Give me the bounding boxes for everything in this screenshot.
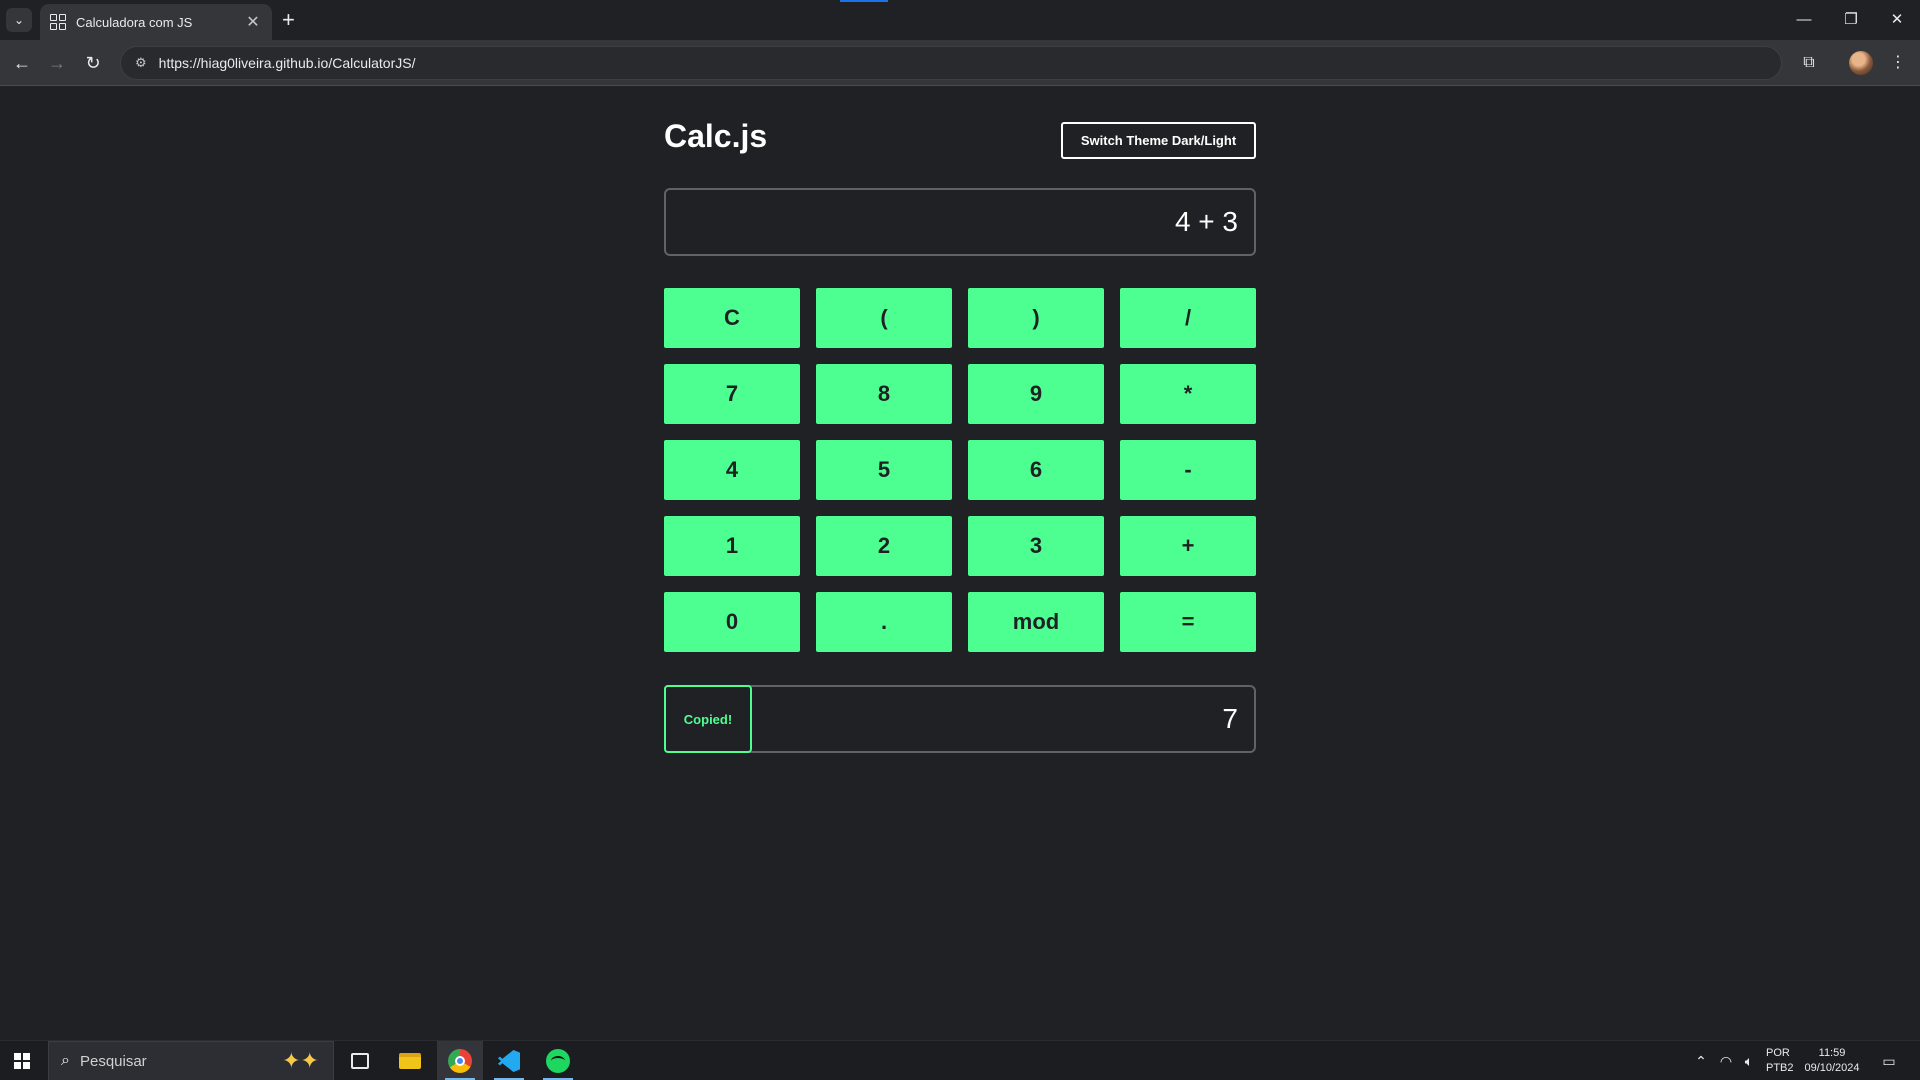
taskbar-search-box[interactable]: ⌕ Pesquisar ✦✦	[48, 1041, 334, 1080]
vscode-taskbar-button[interactable]	[486, 1041, 532, 1080]
browser-tab-bar: ⌄ Calculadora com JS ✕ + — ❐ ✕	[0, 0, 1920, 40]
key-close-paren[interactable]: )	[968, 288, 1104, 348]
key-3[interactable]: 3	[968, 516, 1104, 576]
back-button[interactable]: ←	[10, 51, 34, 75]
close-window-button[interactable]: ✕	[1877, 8, 1917, 32]
search-icon: ⌕	[61, 1052, 70, 1069]
browser-tab-active[interactable]: Calculadora com JS ✕	[40, 4, 272, 40]
page-content: Calc.js Switch Theme Dark/Light 4 + 3 C …	[0, 87, 1920, 1040]
volume-icon[interactable]: 🔈︎	[1738, 1041, 1760, 1080]
restore-button[interactable]: ❐	[1831, 8, 1871, 32]
clock-date: 09/10/2024	[1804, 1062, 1860, 1074]
key-clear[interactable]: C	[664, 288, 800, 348]
key-add[interactable]: +	[1120, 516, 1256, 576]
arrow-left-icon: ←	[13, 53, 31, 73]
menu-button[interactable]: ⋮	[1886, 51, 1910, 75]
key-subtract[interactable]: -	[1120, 440, 1256, 500]
key-9[interactable]: 9	[968, 364, 1104, 424]
language-code: POR	[1766, 1047, 1790, 1059]
key-1[interactable]: 1	[664, 516, 800, 576]
spotify-taskbar-button[interactable]	[535, 1041, 581, 1080]
key-multiply[interactable]: *	[1120, 364, 1256, 424]
minimize-button[interactable]: —	[1784, 8, 1824, 32]
windows-taskbar: ⌕ Pesquisar ✦✦ ⌃ ◠ 🔈︎ POR PTB2 11:59 09/…	[0, 1040, 1920, 1080]
chevron-down-icon: ⌄	[13, 13, 25, 27]
tab-close-icon[interactable]: ✕	[244, 12, 262, 32]
key-4[interactable]: 4	[664, 440, 800, 500]
reload-icon: ↻	[85, 53, 101, 73]
top-accent-line	[840, 0, 888, 2]
task-view-icon	[351, 1053, 369, 1069]
network-icon[interactable]: ◠	[1715, 1041, 1737, 1080]
taskbar-search-placeholder: Pesquisar	[79, 1052, 147, 1070]
tab-title: Calculadora com JS	[76, 14, 193, 30]
reload-button[interactable]: ↻	[81, 51, 105, 75]
sparkle-icon: ✦✦	[282, 1048, 319, 1073]
key-6[interactable]: 6	[968, 440, 1104, 500]
tune-icon[interactable]: ⚙	[135, 55, 147, 71]
chrome-icon	[448, 1049, 472, 1073]
key-divide[interactable]: /	[1120, 288, 1256, 348]
notification-icon[interactable]: ▭	[1876, 1041, 1902, 1080]
key-5[interactable]: 5	[816, 440, 952, 500]
puzzle-icon: ⧉	[1803, 54, 1815, 71]
grid-favicon-icon	[50, 14, 66, 30]
url-text: https://hiag0liveira.github.io/Calculato…	[158, 55, 416, 71]
file-explorer-button[interactable]	[387, 1041, 433, 1080]
browser-toolbar: ← → ↻ ⚙ https://hiag0liveira.github.io/C…	[0, 40, 1920, 86]
key-8[interactable]: 8	[816, 364, 952, 424]
theme-toggle-button[interactable]: Switch Theme Dark/Light	[1061, 122, 1256, 159]
result-text: 7	[1222, 703, 1238, 734]
key-decimal[interactable]: .	[816, 592, 952, 652]
extensions-button[interactable]: ⧉	[1797, 51, 1821, 75]
arrow-right-icon: →	[48, 53, 66, 73]
taskbar-clock[interactable]: 11:59 09/10/2024	[1802, 1046, 1862, 1076]
key-open-paren[interactable]: (	[816, 288, 952, 348]
new-tab-button[interactable]: +	[282, 8, 295, 32]
copy-button[interactable]: Copied!	[664, 685, 752, 753]
keyboard-layout: PTB2	[1766, 1062, 1794, 1074]
windows-start-icon[interactable]	[14, 1053, 30, 1069]
vscode-icon	[498, 1050, 520, 1072]
tab-search-button[interactable]: ⌄	[6, 8, 32, 32]
app-title: Calc.js	[664, 118, 768, 154]
key-mod[interactable]: mod	[968, 592, 1104, 652]
keypad: C ( ) / 7 8 9 * 4 5 6 - 1 2 3 + 0 . mod …	[664, 288, 1256, 652]
folder-icon	[399, 1053, 421, 1069]
profile-avatar[interactable]	[1849, 51, 1873, 75]
tray-overflow-icon[interactable]: ⌃	[1690, 1041, 1712, 1080]
result-display: Copied! 7	[664, 685, 1256, 753]
chrome-taskbar-button[interactable]	[437, 1041, 483, 1080]
key-0[interactable]: 0	[664, 592, 800, 652]
expression-display[interactable]: 4 + 3	[664, 188, 1256, 256]
kebab-menu-icon: ⋮	[1890, 54, 1906, 71]
clock-time: 11:59	[1818, 1047, 1846, 1059]
language-indicator[interactable]: POR PTB2	[1766, 1046, 1794, 1076]
key-7[interactable]: 7	[664, 364, 800, 424]
address-bar[interactable]: ⚙ https://hiag0liveira.github.io/Calcula…	[120, 46, 1782, 80]
spotify-icon	[546, 1049, 570, 1073]
key-equals[interactable]: =	[1120, 592, 1256, 652]
key-2[interactable]: 2	[816, 516, 952, 576]
task-view-button[interactable]	[337, 1041, 383, 1080]
expression-text: 4 + 3	[1174, 206, 1238, 237]
forward-button[interactable]: →	[45, 51, 69, 75]
